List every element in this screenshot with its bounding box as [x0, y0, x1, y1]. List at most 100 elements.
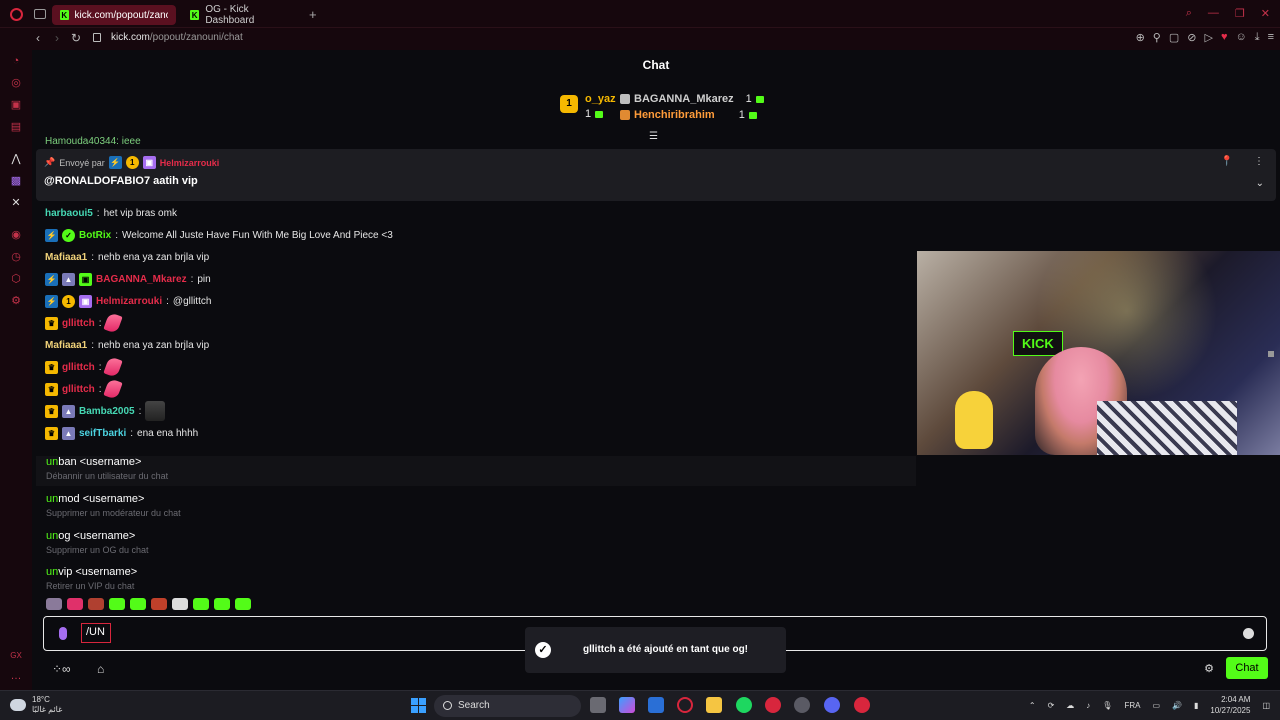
settings-icon[interactable]: ⚙ — [10, 295, 22, 307]
suggestion-unvip[interactable]: unvip <username> Retirer un VIP du chat — [46, 566, 137, 591]
suggestion-unmod[interactable]: unmod <username> Supprimer un modérateur… — [46, 493, 181, 518]
username[interactable]: BotRix — [79, 230, 111, 241]
emote-icon[interactable] — [109, 598, 125, 610]
list-item[interactable]: ♛ gllittch: — [45, 312, 905, 334]
sync-icon[interactable]: ⟳ — [1048, 701, 1055, 710]
x-twitter-icon[interactable]: ✕ — [10, 197, 22, 209]
chat-settings-gear-icon[interactable]: ⚙ — [1204, 662, 1214, 675]
points-infinity-icon[interactable]: ⁘∞ — [52, 662, 71, 676]
forward-arrow-icon[interactable]: › — [55, 31, 59, 45]
snapshot-icon[interactable]: ▢ — [1169, 31, 1179, 44]
emote-icon[interactable] — [130, 598, 146, 610]
emote-icon[interactable] — [46, 598, 62, 610]
chevron-up-icon[interactable]: ⌃ — [1029, 701, 1036, 710]
username[interactable]: gllittch — [62, 362, 95, 373]
cloud-sync-icon[interactable]: ☁ — [1066, 701, 1074, 710]
twitch-icon[interactable]: ▩ — [10, 175, 22, 187]
username[interactable]: seifTbarki — [79, 428, 126, 439]
kick-sidebar-icon[interactable]: ⋀ — [10, 153, 22, 165]
spotify-icon[interactable] — [736, 697, 752, 713]
search-tabs-icon[interactable]: ⌕ — [1186, 7, 1192, 20]
scrollbar-handle[interactable] — [1268, 351, 1274, 357]
store-icon[interactable]: ⌂ — [97, 662, 104, 676]
list-item[interactable]: ♛ ▲ seifTbarki: ena ena hhhh — [45, 422, 905, 444]
list-item[interactable]: ⚡ 1 ▣ Helmizarrouki: @gllittch — [45, 290, 905, 312]
list-item[interactable]: ⚡ ✓ BotRix: Welcome All Juste Have Fun W… — [45, 224, 905, 246]
opera-gx-icon[interactable] — [677, 697, 693, 713]
crypto-wallet-icon[interactable]: ◎ — [10, 77, 22, 89]
emote-icon[interactable] — [151, 598, 167, 610]
battery-icon[interactable]: ▮ — [1194, 701, 1198, 710]
chevron-down-icon[interactable]: ⌄ — [1256, 178, 1264, 189]
url-field[interactable]: kick.com/popout/zanouni/chat — [111, 32, 243, 43]
microphone-icon[interactable] — [59, 627, 67, 640]
reload-icon[interactable]: ↻ — [71, 31, 81, 45]
emote-icon[interactable] — [172, 598, 188, 610]
suggestion-unban[interactable]: unban <username> Débannir un utilisateur… — [36, 456, 916, 486]
unpin-icon[interactable]: 📍 — [1221, 156, 1233, 167]
maximize-icon[interactable]: ❐ — [1235, 7, 1245, 20]
more-icon[interactable]: … — [10, 670, 22, 682]
pinned-sender[interactable]: Helmizarrouki — [160, 158, 220, 168]
list-item[interactable]: harbaoui5: het vip bras omk — [45, 202, 905, 224]
volume-icon[interactable]: 🔊 — [1172, 701, 1182, 710]
pin-icon[interactable]: ⚲ — [1153, 31, 1161, 44]
list-item[interactable]: ♛ gllittch: — [45, 378, 905, 400]
new-tab-plus-icon[interactable]: + — [309, 7, 317, 22]
store-app-icon[interactable] — [648, 697, 664, 713]
file-explorer-icon[interactable] — [706, 697, 722, 713]
feather-emote-icon[interactable] — [67, 598, 83, 610]
emote-icon[interactable] — [235, 598, 251, 610]
aria-icon[interactable]: ◔ — [10, 55, 22, 67]
emote-icon[interactable] — [88, 598, 104, 610]
speaker-icon[interactable]: ♪ — [1086, 701, 1090, 710]
player-icon[interactable]: ▷ — [1204, 31, 1212, 44]
filter-icon[interactable]: ☰ — [649, 131, 658, 142]
clock[interactable]: 2:04 AM 10/27/2025 — [1210, 694, 1250, 716]
lock-icon[interactable] — [93, 33, 101, 42]
opera-app-icon[interactable] — [854, 697, 870, 713]
minimize-icon[interactable]: — — [1208, 7, 1219, 20]
list-item[interactable]: ♛ ▲ Bamba2005: — [45, 400, 905, 422]
send-chat-button[interactable]: Chat — [1226, 657, 1268, 679]
list-item[interactable]: Mafiaaa1: nehb ena ya zan brjla vip — [45, 246, 905, 268]
tab-og-dashboard[interactable]: K OG - Kick Dashboard — [182, 4, 302, 26]
download-icon[interactable]: ⤓ — [1255, 31, 1260, 44]
leaderboard-first[interactable]: o_yaz — [585, 93, 616, 105]
notifications-icon[interactable]: ◫ — [1262, 701, 1270, 710]
list-item[interactable]: Mafiaaa1: nehb ena ya zan brjla vip — [45, 334, 905, 356]
heart-icon[interactable]: ♥ — [1221, 31, 1228, 44]
username[interactable]: Helmizarrouki — [96, 296, 162, 307]
display-icon[interactable]: ▭ — [1152, 701, 1160, 710]
microphone-tray-icon[interactable]: 🎙 — [1102, 701, 1112, 710]
copilot-icon[interactable] — [619, 697, 635, 713]
username[interactable]: BAGANNA_Mkarez — [96, 274, 187, 285]
player-sidebar-icon[interactable]: ◉ — [10, 229, 22, 241]
list-item[interactable]: ⚡ ▲ ▣ BAGANNA_Mkarez: pin — [45, 268, 905, 290]
weather-widget[interactable]: 18°C غائم غالبًا — [10, 695, 62, 715]
discord-icon[interactable] — [824, 697, 840, 713]
language-indicator[interactable]: FRA — [1124, 701, 1140, 710]
username[interactable]: harbaoui5 — [45, 208, 93, 219]
list-item[interactable]: ♛ gllittch: — [45, 356, 905, 378]
workspaces-icon[interactable]: ▤ — [10, 121, 22, 133]
emoji-picker-icon[interactable] — [1243, 628, 1254, 639]
tab-kick-popout[interactable]: K kick.com/popout/zanouni — [52, 5, 176, 25]
history-icon[interactable]: ◷ — [10, 251, 22, 263]
messenger-icon[interactable]: ▣ — [10, 99, 22, 111]
extensions-icon[interactable]: ⬡ — [10, 273, 22, 285]
emote-icon[interactable] — [193, 598, 209, 610]
username[interactable]: gllittch — [62, 384, 95, 395]
pinned-message[interactable]: 📌 Envoyé par ⚡ 1 ▣ Helmizarrouki @RONALD… — [36, 149, 1276, 201]
taskbar-search[interactable]: Search — [434, 695, 581, 717]
more-options-icon[interactable]: ⋮ — [1254, 156, 1264, 167]
back-arrow-icon[interactable]: ‹ — [36, 31, 40, 45]
username[interactable]: Bamba2005 — [79, 406, 135, 417]
gx-icon[interactable]: GX — [10, 650, 22, 662]
app-icon[interactable] — [794, 697, 810, 713]
username[interactable]: Mafiaaa1 — [45, 340, 87, 351]
leaderboard-third[interactable]: Henchiribrahim 1 — [620, 109, 757, 121]
close-icon[interactable]: ✕ — [1261, 7, 1270, 20]
account-icon[interactable]: ☺ — [1235, 31, 1246, 44]
vpn-icon[interactable]: ⊘ — [1187, 31, 1196, 44]
